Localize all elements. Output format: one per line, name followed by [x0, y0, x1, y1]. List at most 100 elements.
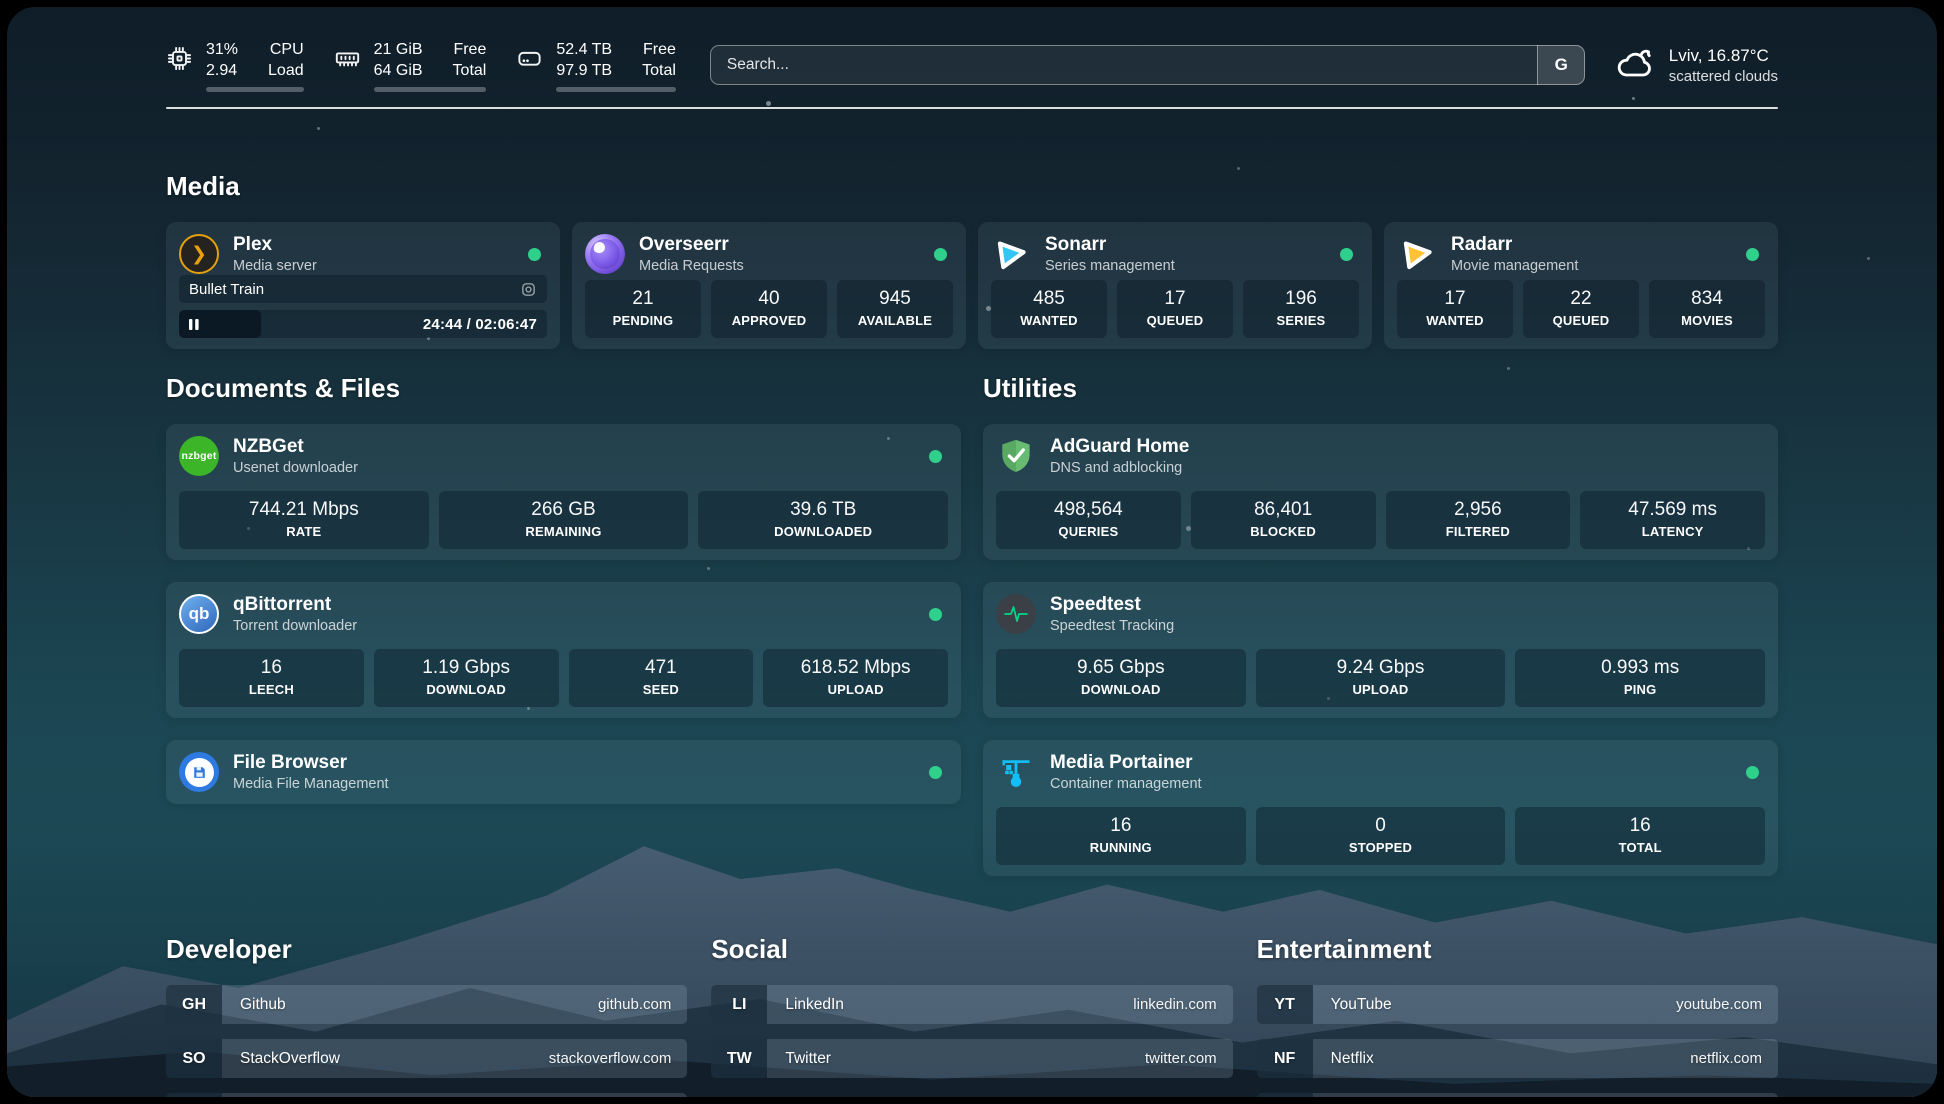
playback-progress-fill — [179, 310, 261, 338]
stat-blocked: 86,401BLOCKED — [1191, 491, 1376, 549]
qbittorrent-icon: qb — [179, 594, 219, 634]
search-input[interactable] — [710, 45, 1585, 85]
stat-queued: 17QUEUED — [1117, 280, 1233, 338]
cpu-icon — [166, 45, 193, 77]
service-card-overseerr[interactable]: Overseerr Media Requests 21PENDING 40APP… — [572, 222, 966, 349]
bookmark-abbr: DT — [166, 1093, 222, 1097]
disk-total-value: 97.9 TB — [556, 60, 612, 81]
header-divider — [166, 107, 1778, 109]
service-name: Sonarr — [1045, 233, 1175, 256]
bookmark-group-developer: Developer GH Github github.com SO StackO… — [166, 934, 687, 1097]
service-subtitle: Media Requests — [639, 257, 744, 275]
sonarr-icon — [991, 234, 1031, 274]
status-online-dot — [929, 766, 942, 779]
bookmark-name: LinkedIn — [785, 996, 844, 1014]
service-subtitle: Container management — [1050, 775, 1202, 793]
cpu-usage-label: CPU — [268, 39, 304, 60]
stat-upload: 618.52 MbpsUPLOAD — [763, 649, 948, 707]
adguard-icon — [996, 436, 1036, 476]
bookmark-name: YouTube — [1331, 996, 1392, 1014]
service-name: qBittorrent — [233, 593, 357, 616]
stat-wanted: 485WANTED — [991, 280, 1107, 338]
bookmark-netflix[interactable]: NF Netflix netflix.com — [1257, 1039, 1778, 1078]
cpu-stat-widget: 31% CPU 2.94 Load — [166, 39, 304, 92]
playback-time: 24:44 / 02:06:47 — [423, 316, 547, 333]
status-online-dot — [1746, 248, 1759, 261]
disk-free-label: Free — [642, 39, 676, 60]
stat-download: 1.19 GbpsDOWNLOAD — [374, 649, 559, 707]
service-subtitle: DNS and adblocking — [1050, 459, 1189, 477]
bookmark-group-social: Social LI LinkedIn linkedin.com TW Twitt… — [711, 934, 1232, 1097]
service-card-plex[interactable]: ❯ Plex Media server Bullet Train — [166, 222, 560, 349]
stat-available: 945AVAILABLE — [837, 280, 953, 338]
cpu-load-value: 2.94 — [206, 60, 238, 81]
status-online-dot — [929, 608, 942, 621]
memory-total-value: 64 GiB — [374, 60, 423, 81]
bookmark-github[interactable]: GH Github github.com — [166, 985, 687, 1024]
bookmark-domain: linkedin.com — [1133, 996, 1216, 1013]
disk-free-value: 52.4 TB — [556, 39, 612, 60]
radarr-icon — [1397, 234, 1437, 274]
bookmark-reddit[interactable]: RE Reddit reddit.com — [1257, 1093, 1778, 1097]
bookmark-stackoverflow[interactable]: SO StackOverflow stackoverflow.com — [166, 1039, 687, 1078]
service-name: Plex — [233, 233, 317, 256]
weather-condition: scattered clouds — [1669, 67, 1778, 86]
stat-series: 196SERIES — [1243, 280, 1359, 338]
cloud-icon — [1615, 46, 1657, 85]
stat-leech: 16LEECH — [179, 649, 364, 707]
stat-pending: 21PENDING — [585, 280, 701, 338]
bookmark-linkedin[interactable]: LI LinkedIn linkedin.com — [711, 985, 1232, 1024]
service-name: NZBGet — [233, 435, 358, 458]
section-utilities: Utilities AdGuard Home DNS and — [983, 373, 1778, 876]
stat-stopped: 0STOPPED — [1256, 807, 1506, 865]
search-provider-button[interactable]: G — [1537, 45, 1585, 85]
bookmark-youtube[interactable]: YT YouTube youtube.com — [1257, 985, 1778, 1024]
portainer-icon — [996, 752, 1036, 792]
service-card-nzbget[interactable]: nzbget NZBGet Usenet downloader 744.21 M… — [166, 424, 961, 560]
cpu-load-label: Load — [268, 60, 304, 81]
service-card-filebrowser[interactable]: File Browser Media File Management — [166, 740, 961, 804]
service-card-radarr[interactable]: Radarr Movie management 17WANTED 22QUEUE… — [1384, 222, 1778, 349]
cpu-usage-value: 31% — [206, 39, 238, 60]
memory-stat-widget: 21 GiB Free 64 GiB Total — [334, 39, 487, 92]
bookmark-domain: netflix.com — [1690, 1050, 1762, 1067]
stat-wanted: 17WANTED — [1397, 280, 1513, 338]
bookmark-dev[interactable]: DT DEV dev.to — [166, 1093, 687, 1097]
service-card-speedtest[interactable]: Speedtest Speedtest Tracking 9.65 GbpsDO… — [983, 582, 1778, 718]
pause-icon — [189, 319, 199, 330]
service-card-qbittorrent[interactable]: qb qBittorrent Torrent downloader 16LEEC… — [166, 582, 961, 718]
bookmark-name: StackOverflow — [240, 1050, 340, 1068]
service-name: Speedtest — [1050, 593, 1174, 616]
filebrowser-icon — [179, 752, 219, 792]
section-title-developer: Developer — [166, 934, 687, 965]
plex-icon: ❯ — [179, 234, 219, 274]
status-online-dot — [934, 248, 947, 261]
service-card-portainer[interactable]: Media Portainer Container management 16R… — [983, 740, 1778, 876]
service-subtitle: Series management — [1045, 257, 1175, 275]
service-card-adguard[interactable]: AdGuard Home DNS and adblocking 498,564Q… — [983, 424, 1778, 560]
bookmark-abbr: LI — [711, 985, 767, 1024]
bookmark-abbr: GH — [166, 985, 222, 1024]
stat-download: 9.65 GbpsDOWNLOAD — [996, 649, 1246, 707]
service-name: AdGuard Home — [1050, 435, 1189, 458]
top-bar: 31% CPU 2.94 Load 21 GiB Fr — [166, 41, 1778, 89]
now-playing-icon — [520, 281, 537, 298]
nzbget-icon: nzbget — [179, 436, 219, 476]
disk-progress-bar — [556, 87, 676, 92]
playback-progress-bar: 24:44 / 02:06:47 — [179, 310, 547, 338]
status-online-dot — [1340, 248, 1353, 261]
service-card-sonarr[interactable]: Sonarr Series management 485WANTED 17QUE… — [978, 222, 1372, 349]
service-name: Overseerr — [639, 233, 744, 256]
bookmark-name: Github — [240, 996, 286, 1014]
section-title-media: Media — [166, 171, 1778, 202]
service-subtitle: Media File Management — [233, 775, 389, 793]
stat-running: 16RUNNING — [996, 807, 1246, 865]
disk-icon — [516, 45, 543, 77]
stat-movies: 834MOVIES — [1649, 280, 1765, 338]
service-subtitle: Usenet downloader — [233, 459, 358, 477]
stat-latency: 47.569 msLATENCY — [1580, 491, 1765, 549]
speedtest-icon — [996, 594, 1036, 634]
bookmark-twitter[interactable]: TW Twitter twitter.com — [711, 1039, 1232, 1078]
stat-queries: 498,564QUERIES — [996, 491, 1181, 549]
bookmark-abbr: RE — [1257, 1093, 1313, 1097]
